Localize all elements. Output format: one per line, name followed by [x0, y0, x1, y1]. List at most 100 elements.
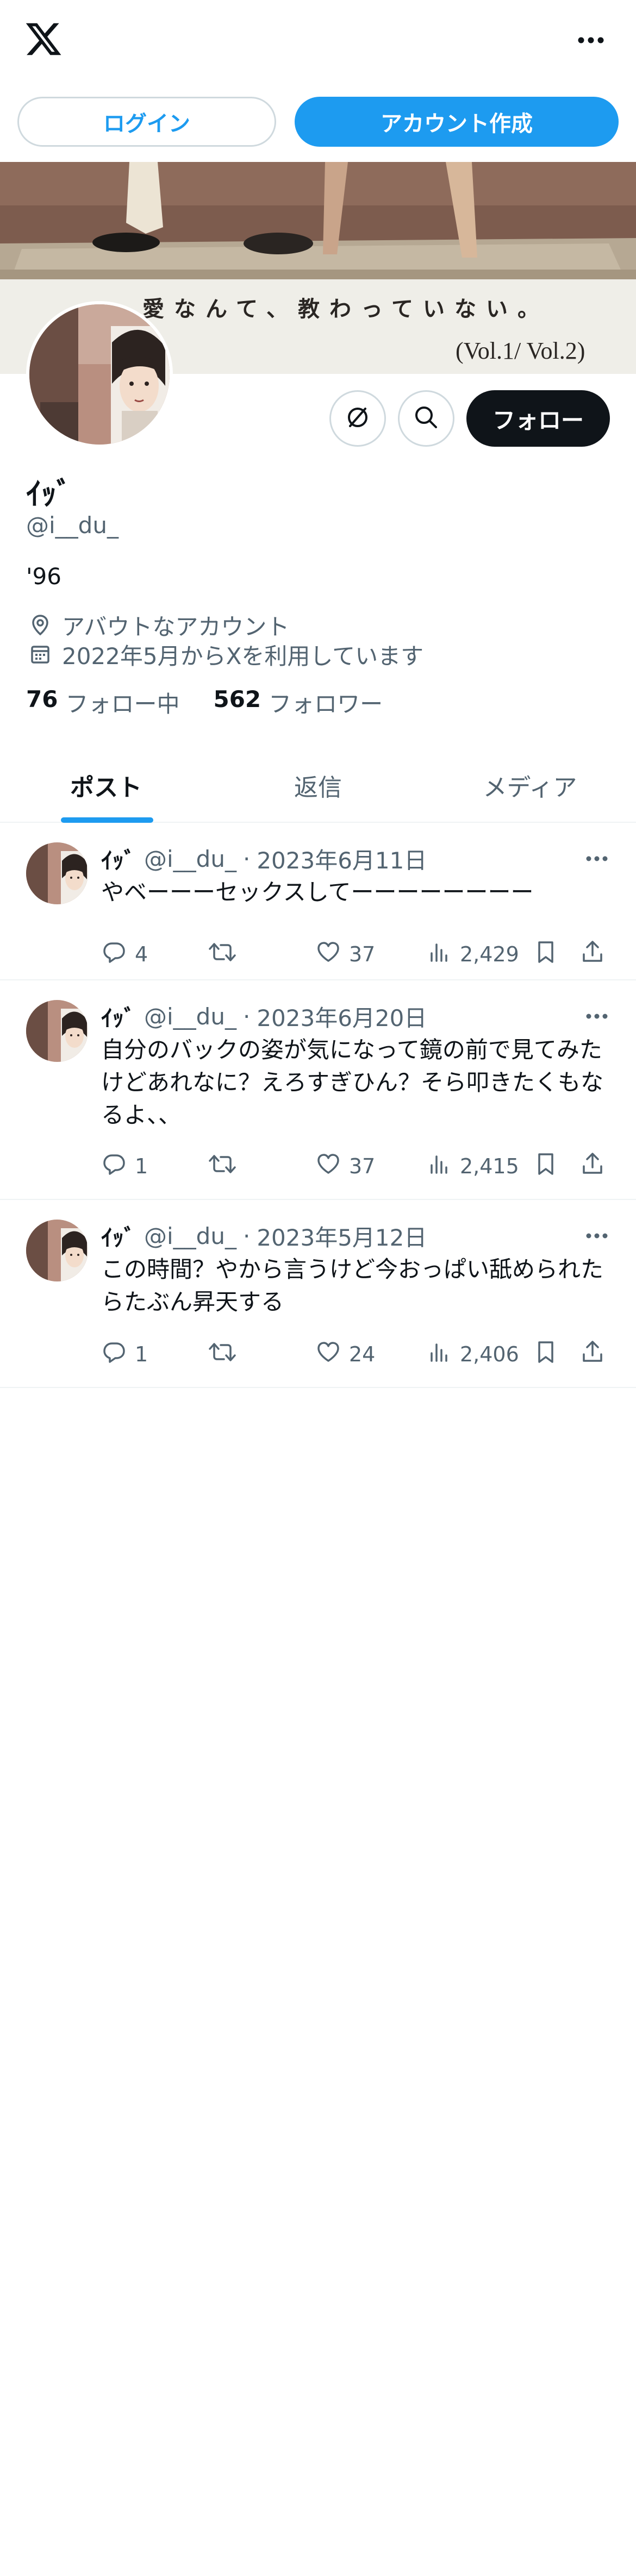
share-button[interactable] — [579, 938, 613, 971]
login-button[interactable]: ログイン — [17, 97, 276, 147]
heart-icon — [315, 1151, 349, 1182]
tab-posts[interactable]: ポスト — [0, 749, 212, 822]
tweet-author-name[interactable]: ｲｯﾞ — [101, 842, 135, 876]
tweet-separator: · — [242, 1223, 251, 1249]
followers-link[interactable]: 562 フォロワー — [213, 686, 383, 719]
bookmark-icon — [534, 939, 565, 970]
profile-location: アバウトなアカウント — [26, 610, 289, 640]
location-text: アバウトなアカウント — [62, 613, 290, 640]
reply-count: 1 — [135, 1154, 148, 1178]
tweet-author-name[interactable]: ｲｯﾞ — [101, 1220, 135, 1253]
share-icon — [579, 1151, 613, 1182]
tweet-avatar[interactable] — [26, 1000, 88, 1062]
like-count: 37 — [349, 942, 376, 966]
profile-joined: 2022年5月からXを利用しています — [26, 639, 423, 670]
tweet-text: 自分のバックの姿が気になって鏡の前で見てみたけどあれなに？えろすぎひん？そら叩き… — [101, 1036, 604, 1128]
tweet[interactable]: ｲｯﾞ @i__du_ · 2023年5月12日 この時間？やから言うけど今おっ… — [0, 1200, 636, 1388]
display-name: ｲｯﾞ — [26, 477, 72, 512]
reply-icon — [101, 1339, 135, 1370]
bookmark-button[interactable] — [534, 938, 565, 971]
subscribe-circle-button[interactable] — [329, 390, 386, 447]
bookmark-icon — [534, 1339, 565, 1370]
views-count: 2,415 — [460, 1154, 519, 1178]
analytics-icon — [426, 939, 460, 970]
no-notification-icon — [344, 403, 372, 434]
search-icon — [412, 403, 440, 434]
share-icon — [579, 1339, 613, 1370]
tweet-header: ｲｯﾞ @i__du_ · 2023年6月20日 — [101, 1000, 427, 1033]
tweet-date[interactable]: 2023年6月20日 — [257, 1000, 427, 1033]
like-count: 24 — [349, 1342, 376, 1366]
like-button[interactable]: 37 — [315, 1150, 375, 1183]
tweet-separator: · — [242, 1003, 251, 1030]
follow-button[interactable]: フォロー — [466, 390, 610, 447]
joined-text: 2022年5月からXを利用しています — [62, 642, 424, 670]
analytics-icon — [426, 1339, 460, 1370]
views-count: 2,429 — [460, 942, 519, 966]
following-count: 76 — [26, 686, 58, 712]
tweet-author-handle[interactable]: @i__du_ — [144, 846, 236, 872]
repost-button[interactable] — [208, 938, 245, 971]
top-bar — [0, 0, 636, 87]
bookmark-button[interactable] — [534, 1338, 565, 1371]
reply-count: 1 — [135, 1342, 148, 1366]
follow-stats: 76 フォロー中 562 フォロワー — [26, 686, 416, 719]
tweet-header: ｲｯﾞ @i__du_ · 2023年5月12日 — [101, 1220, 427, 1253]
x-logo-icon[interactable] — [24, 20, 63, 59]
heart-icon — [315, 1339, 349, 1370]
heart-icon — [315, 939, 349, 970]
tweet-actions: 1 37 2,415 — [101, 1150, 618, 1183]
more-horizontal-icon[interactable] — [576, 1221, 618, 1251]
search-profile-button[interactable] — [398, 390, 454, 447]
following-label: フォロー中 — [65, 691, 180, 717]
tweet[interactable]: ｲｯﾞ @i__du_ · 2023年6月20日 自分のバックの姿が気になって鏡… — [0, 980, 636, 1200]
tweet-author-handle[interactable]: @i__du_ — [144, 1003, 236, 1030]
reply-button[interactable]: 4 — [101, 938, 148, 971]
active-tab-indicator — [61, 817, 153, 823]
followers-count: 562 — [213, 686, 261, 712]
tweet-separator: · — [242, 846, 251, 872]
repost-button[interactable] — [208, 1150, 245, 1183]
tab-replies[interactable]: 返信 — [212, 749, 424, 822]
repost-icon — [208, 1151, 245, 1182]
calendar-icon — [26, 640, 54, 668]
share-button[interactable] — [579, 1338, 613, 1371]
tweet-author-name[interactable]: ｲｯﾞ — [101, 1000, 135, 1033]
reply-icon — [101, 1151, 135, 1182]
bookmark-button[interactable] — [534, 1150, 565, 1183]
banner-volume: (Vol.1/ Vol.2) — [456, 337, 585, 364]
tweet-avatar[interactable] — [26, 842, 88, 904]
tweet-text: この時間？やから言うけど今おっぱい舐められたらたぶん昇天する — [101, 1256, 604, 1315]
tweet-avatar[interactable] — [26, 1220, 88, 1281]
profile-avatar[interactable] — [26, 301, 173, 448]
reply-icon — [101, 939, 135, 970]
tweet-author-handle[interactable]: @i__du_ — [144, 1223, 236, 1249]
like-button[interactable]: 37 — [315, 938, 375, 971]
reply-button[interactable]: 1 — [101, 1338, 148, 1371]
share-button[interactable] — [579, 1150, 613, 1183]
following-link[interactable]: 76 フォロー中 — [26, 686, 179, 719]
tab-media[interactable]: メディア — [424, 749, 636, 822]
profile-bio: '96 — [26, 563, 61, 590]
tweet-date[interactable]: 2023年5月12日 — [257, 1220, 427, 1253]
tweet[interactable]: ｲｯﾞ @i__du_ · 2023年6月11日 やベーーーセックスしてーーーー… — [0, 823, 636, 980]
more-horizontal-icon[interactable] — [572, 24, 610, 57]
banner-caption: 愛なんて、教わっていない。 — [142, 296, 549, 322]
more-horizontal-icon[interactable] — [576, 843, 618, 874]
tweet-actions: 1 24 2,406 — [101, 1338, 618, 1371]
like-count: 37 — [349, 1154, 376, 1178]
like-button[interactable]: 24 — [315, 1338, 375, 1371]
views-button[interactable]: 2,406 — [426, 1338, 519, 1371]
location-pin-icon — [26, 611, 54, 639]
repost-icon — [208, 939, 245, 970]
views-button[interactable]: 2,415 — [426, 1150, 519, 1183]
repost-button[interactable] — [208, 1338, 245, 1371]
reply-button[interactable]: 1 — [101, 1150, 148, 1183]
followers-label: フォロワー — [269, 691, 383, 717]
views-button[interactable]: 2,429 — [426, 938, 519, 971]
signup-button[interactable]: アカウント作成 — [295, 97, 619, 147]
auth-buttons: ログイン アカウント作成 — [0, 97, 636, 148]
tweet-date[interactable]: 2023年6月11日 — [257, 842, 427, 876]
views-count: 2,406 — [460, 1342, 519, 1366]
more-horizontal-icon[interactable] — [576, 1001, 618, 1031]
